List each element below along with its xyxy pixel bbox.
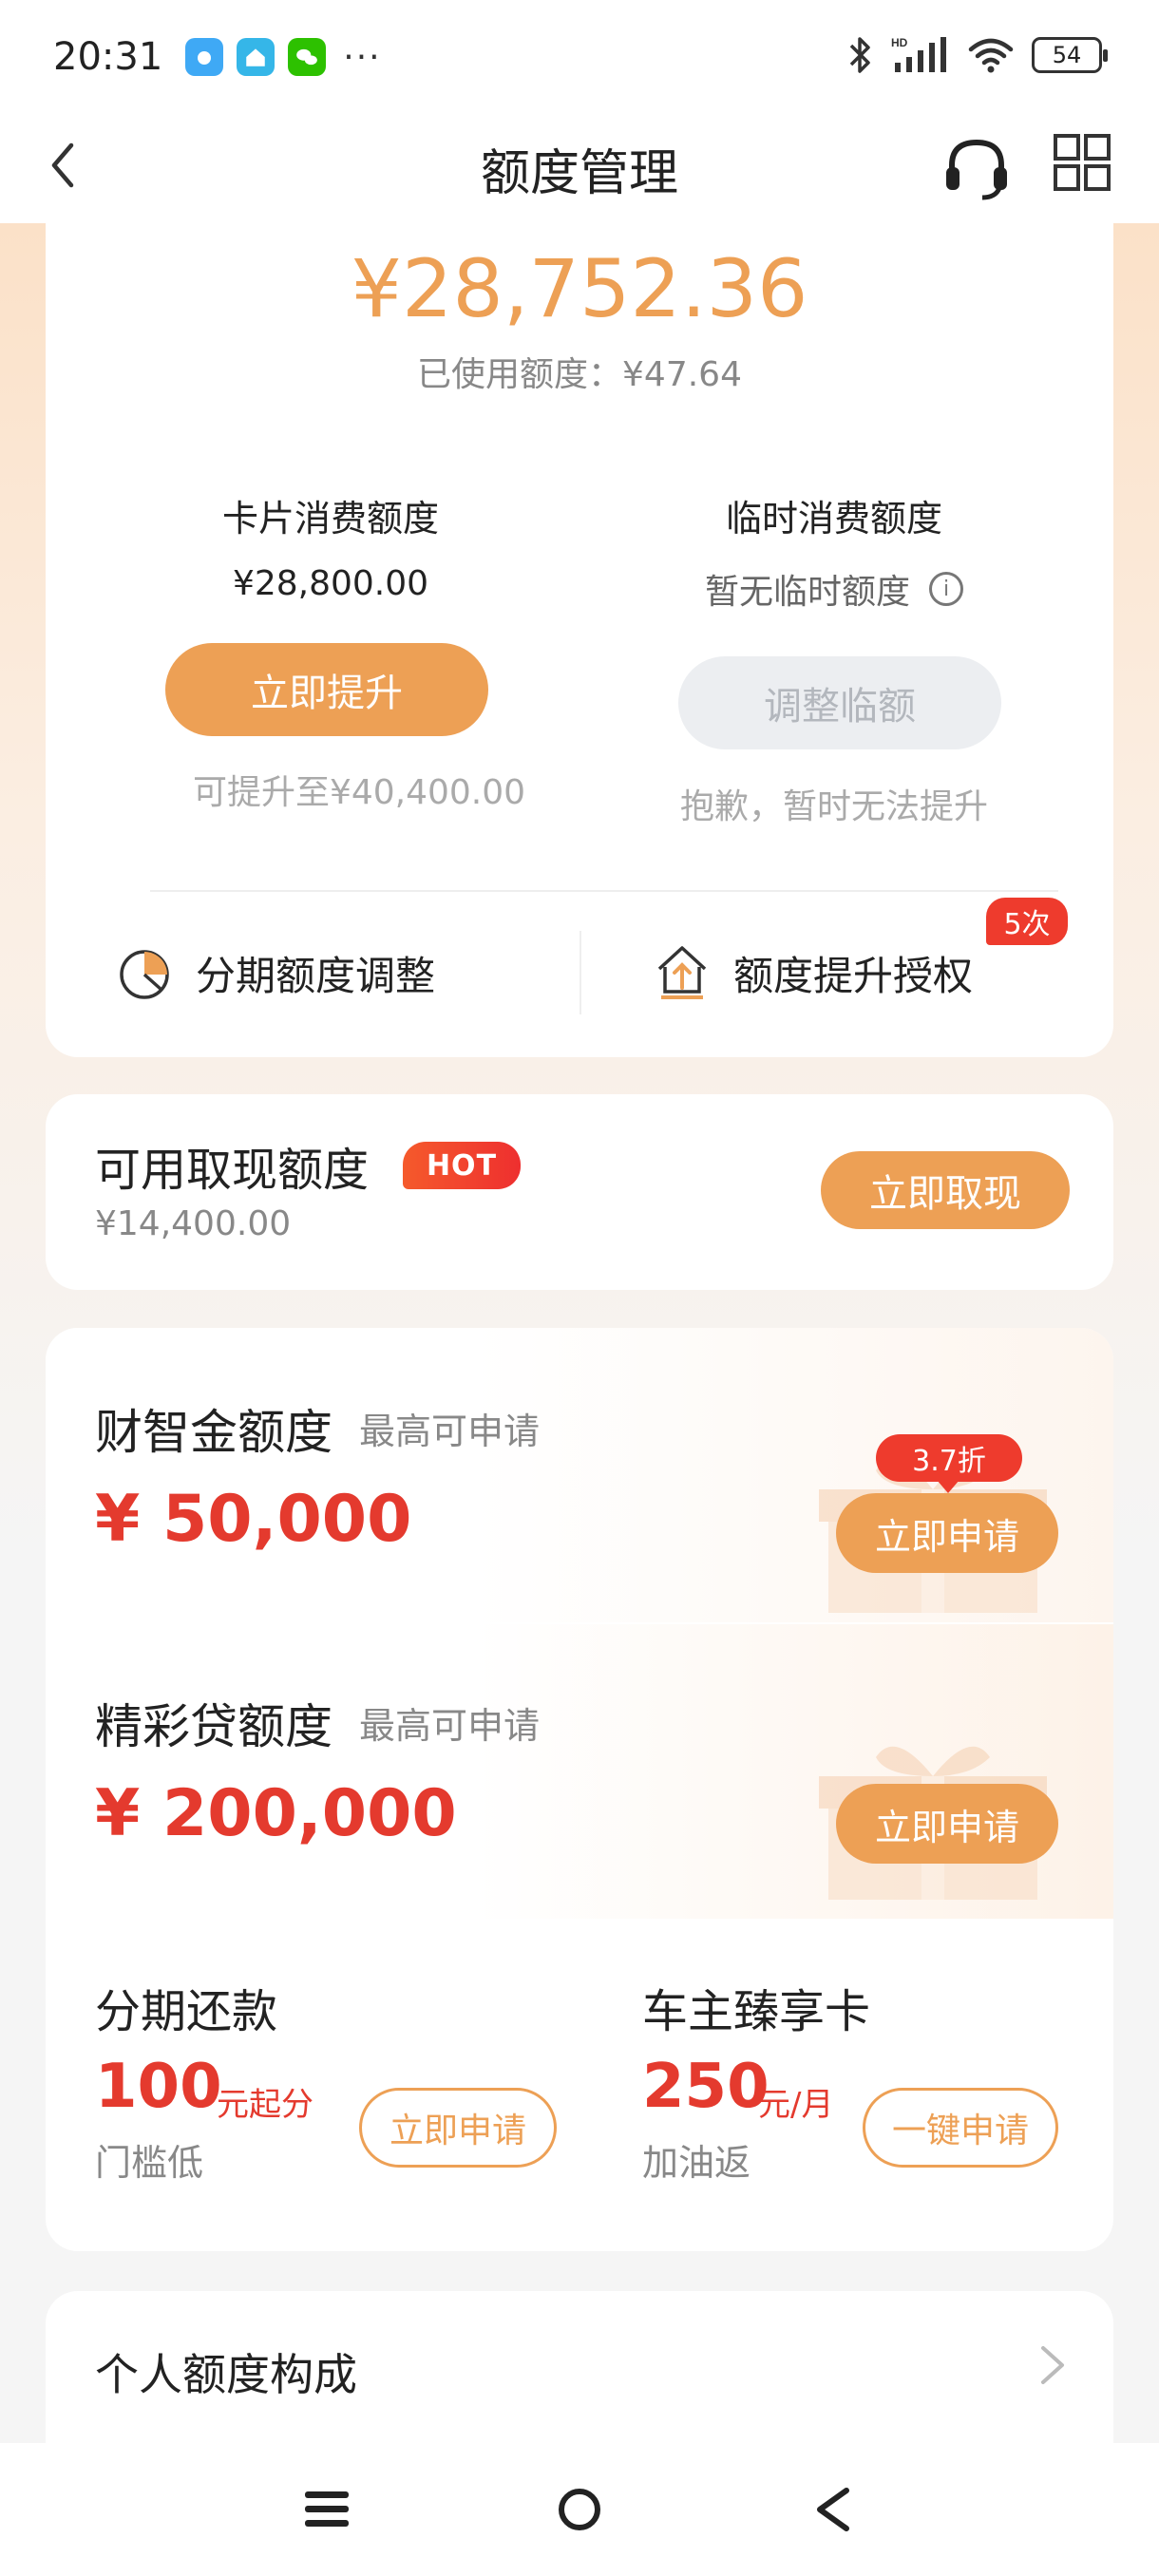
temp-limit-value: 暂无临时额度 xyxy=(704,573,910,612)
loan-subtitle: 最高可申请 xyxy=(359,1411,541,1452)
customer-service-button[interactable] xyxy=(940,131,1013,203)
car-card-apply-button[interactable]: 一键申请 xyxy=(863,2088,1058,2168)
raise-authorization-link[interactable]: 额度提升授权 xyxy=(654,931,973,1014)
car-card-number: 250 xyxy=(642,2052,770,2122)
card-limit-value: ¥28,800.00 xyxy=(232,564,429,603)
credit-summary-card: ¥28,752.36 已使用额度：¥47.64 卡片消费额度 ¥28,800.0… xyxy=(46,223,1113,1057)
apply-now-button[interactable]: 立即申请 xyxy=(836,1784,1058,1864)
loan-offers-card: 财智金额度 最高可申请 ¥ 50,000 3.7折 立即申请 精彩贷额度 最高可… xyxy=(46,1328,1113,2251)
more-notifications-icon: ··· xyxy=(343,37,382,77)
card-limit-section: 卡片消费额度 ¥28,800.00 xyxy=(74,489,587,603)
used-credit-amount: 已使用额度：¥47.64 xyxy=(417,355,742,394)
car-card-title: 车主臻享卡 xyxy=(642,1985,871,2038)
system-navigation-bar xyxy=(0,2443,1159,2576)
card-limit-title: 卡片消费额度 xyxy=(221,498,439,540)
raise-authorization-label: 额度提升授权 xyxy=(733,952,974,999)
available-credit-amount: ¥28,752.36 xyxy=(351,242,808,335)
installment-title: 分期还款 xyxy=(95,1985,278,2038)
temp-limit-title: 临时消费额度 xyxy=(725,498,942,540)
loan-max-amount: ¥ 200,000 xyxy=(95,1776,457,1851)
divider xyxy=(150,890,1058,892)
grid-menu-button[interactable] xyxy=(1053,133,1112,192)
svg-text:HD: HD xyxy=(891,36,908,49)
raise-limit-button[interactable]: 立即提升 xyxy=(165,643,488,736)
status-indicators: HD 54 xyxy=(846,34,1108,76)
menu-button[interactable] xyxy=(289,2472,365,2548)
signal-icon: HD xyxy=(891,36,946,72)
chevron-right-icon xyxy=(1041,2346,1064,2384)
bluetooth-icon xyxy=(849,37,870,73)
loan-subtitle: 最高可申请 xyxy=(359,1705,541,1747)
info-icon[interactable]: i xyxy=(929,572,963,606)
status-bar: 20:31 ··· HD 54 xyxy=(0,0,1159,114)
temp-limit-note: 抱歉，暂时无法提升 xyxy=(679,787,988,826)
menu-icon xyxy=(305,2491,349,2527)
temp-limit-section: 临时消费额度 暂无临时额度 i xyxy=(578,489,1091,614)
system-back-button[interactable] xyxy=(794,2472,870,2548)
apply-now-button[interactable]: 立即申请 xyxy=(836,1493,1058,1573)
battery-level: 54 xyxy=(1052,42,1082,68)
car-card-unit: 元/月 xyxy=(758,2086,834,2124)
installment-apply-button[interactable]: 立即申请 xyxy=(359,2088,557,2168)
back-arrow-icon xyxy=(817,2488,849,2531)
headset-icon xyxy=(946,139,1007,200)
grid-icon xyxy=(1054,134,1111,191)
cash-advance-title: 可用取现额度 xyxy=(95,1144,370,1197)
installment-limit-adjust-link[interactable]: 分期额度调整 xyxy=(116,931,435,1014)
app-notification-icon xyxy=(185,38,224,76)
cash-advance-card: 可用取现额度 HOT ¥14,400.00 立即取现 xyxy=(46,1094,1113,1290)
installment-number: 100 xyxy=(95,2052,222,2122)
adjust-temp-limit-button[interactable]: 调整临额 xyxy=(678,656,1001,749)
circle-home-icon xyxy=(559,2489,600,2530)
status-time: 20:31 xyxy=(53,35,163,79)
pie-chart-icon xyxy=(120,950,169,999)
battery-indicator: 54 xyxy=(1032,37,1108,73)
cash-advance-amount: ¥14,400.00 xyxy=(95,1204,292,1243)
nav-bar: 额度管理 xyxy=(0,114,1159,223)
home-app-icon xyxy=(237,38,276,76)
withdraw-cash-button[interactable]: 立即取现 xyxy=(821,1151,1070,1229)
house-arrow-icon xyxy=(657,946,707,999)
installment-desc: 门槛低 xyxy=(95,2142,204,2184)
loan-title: 精彩贷额度 xyxy=(95,1699,332,1754)
loan-offer-jingcaidai: 精彩贷额度 最高可申请 ¥ 200,000 立即申请 xyxy=(46,1624,1113,1919)
wifi-icon xyxy=(968,38,1014,73)
discount-badge: 3.7折 xyxy=(876,1434,1022,1493)
temp-limit-status: 暂无临时额度 i xyxy=(578,564,1091,614)
authorization-count-badge: 5次 xyxy=(986,898,1068,945)
raise-limit-note: 可提升至¥40,400.00 xyxy=(192,773,526,812)
vertical-divider xyxy=(580,931,581,1014)
installment-unit: 元起分 xyxy=(217,2086,314,2124)
loan-title: 财智金额度 xyxy=(95,1405,332,1460)
loan-offer-caizhijin: 财智金额度 最高可申请 ¥ 50,000 3.7折 立即申请 xyxy=(46,1328,1113,1622)
car-card-desc: 加油返 xyxy=(642,2142,751,2184)
hot-badge: HOT xyxy=(403,1142,521,1189)
loan-max-amount: ¥ 50,000 xyxy=(95,1482,412,1557)
wechat-icon xyxy=(288,38,327,76)
installment-limit-adjust-label: 分期额度调整 xyxy=(196,952,436,999)
home-button[interactable] xyxy=(542,2472,618,2548)
personal-credit-title: 个人额度构成 xyxy=(95,2349,357,2400)
